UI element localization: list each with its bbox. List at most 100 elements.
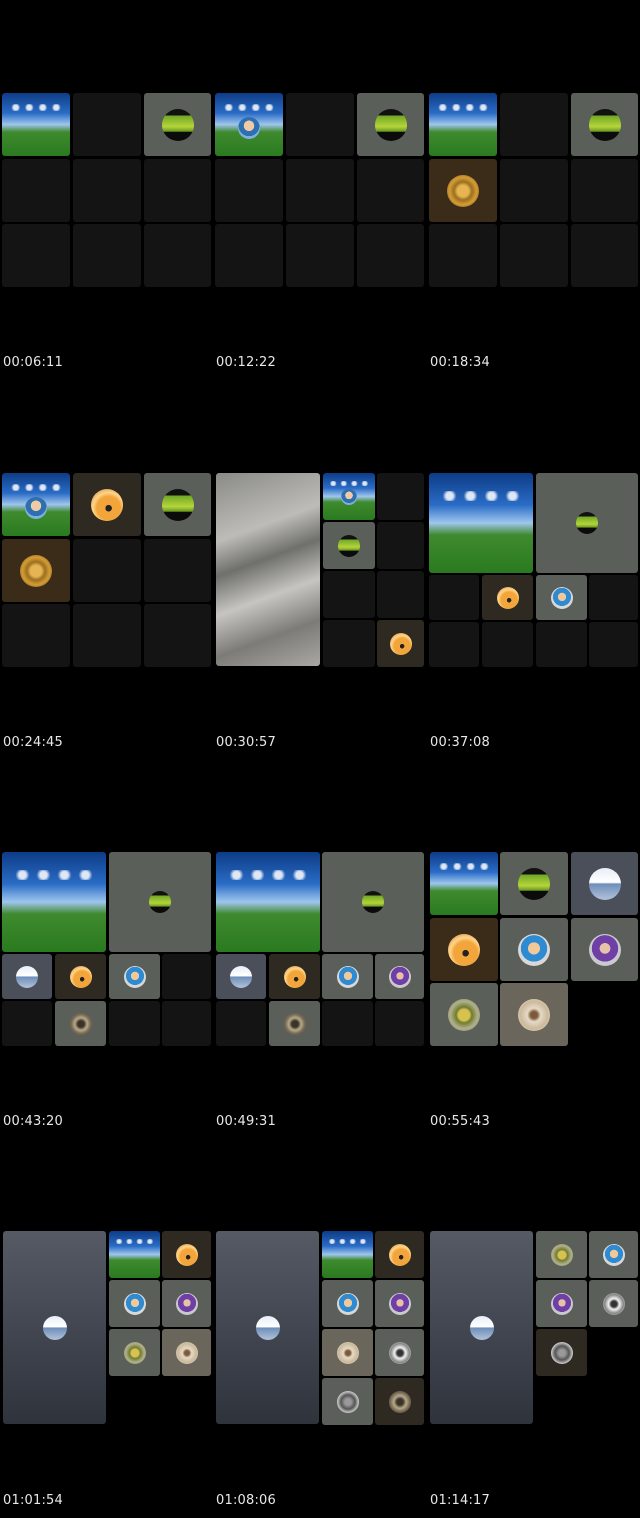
video-tile-avatar[interactable] (2, 954, 52, 999)
video-grid (429, 852, 638, 1046)
video-tile-avatar[interactable] (55, 1001, 106, 1046)
video-grid (215, 852, 424, 1046)
video-tile-avatar[interactable] (269, 1001, 320, 1046)
video-tile-avatar[interactable] (109, 852, 211, 952)
video-tile-avatar[interactable] (377, 620, 424, 667)
empty-tile (73, 604, 141, 667)
avatar (123, 1292, 146, 1315)
video-tile-avatar[interactable] (430, 918, 498, 981)
video-tile-stadium[interactable] (2, 473, 70, 536)
video-tile-avatar[interactable] (536, 575, 587, 620)
empty-tile (429, 622, 479, 667)
timestamp: 00:43:20 (3, 1114, 63, 1129)
avatar (336, 1292, 359, 1315)
video-tile-avatar[interactable] (430, 983, 498, 1046)
video-tile-avatar[interactable] (216, 1231, 319, 1424)
video-tile-avatar[interactable] (322, 852, 424, 952)
empty-tile (109, 1001, 160, 1046)
video-tile-avatar[interactable] (322, 954, 373, 999)
avatar (149, 891, 171, 913)
video-tile-avatar[interactable] (536, 1280, 587, 1327)
video-tile-avatar[interactable] (357, 93, 424, 156)
video-tile-avatar[interactable] (322, 1329, 373, 1376)
video-tile-avatar[interactable] (269, 954, 320, 999)
video-tile-avatar[interactable] (482, 575, 533, 620)
video-tile-stadium[interactable] (322, 1231, 373, 1278)
video-tile-avatar[interactable] (571, 918, 638, 981)
video-tile-avatar[interactable] (323, 522, 375, 569)
video-tile-stadium[interactable] (109, 1231, 160, 1278)
video-tile-stadium[interactable] (215, 93, 283, 156)
frame-10: 01:01:54 (0, 1138, 211, 1518)
video-tile-avatar[interactable] (571, 852, 638, 915)
frame-5: 00:30:57 (213, 380, 424, 760)
video-tile-avatar[interactable] (2, 539, 70, 602)
video-tile-avatar[interactable] (73, 473, 141, 536)
empty-tile (429, 224, 497, 287)
video-tile-avatar[interactable] (162, 1280, 211, 1327)
empty-tile (589, 622, 638, 667)
video-tile-avatar[interactable] (500, 918, 568, 981)
video-tile-stadium[interactable] (429, 473, 533, 573)
frame-3: 00:18:34 (427, 0, 638, 380)
video-tile-avatar[interactable] (144, 93, 211, 156)
video-tile-avatar[interactable] (500, 983, 568, 1046)
avatar (576, 512, 598, 534)
video-tile-avatar[interactable] (375, 1329, 424, 1376)
empty-tile (322, 1001, 373, 1046)
video-tile-avatar[interactable] (162, 1231, 211, 1278)
frame-8: 00:49:31 (213, 759, 424, 1139)
avatar (388, 1341, 411, 1364)
video-tile-avatar[interactable] (589, 1280, 638, 1327)
video-tile-avatar[interactable] (109, 954, 160, 999)
video-tile-avatar[interactable] (536, 1231, 587, 1278)
timestamp: 00:24:45 (3, 735, 63, 750)
video-tile-avatar[interactable] (109, 1329, 160, 1376)
avatar (255, 1315, 280, 1340)
video-tile-stadium[interactable] (2, 93, 70, 156)
video-tile-stadium[interactable] (430, 852, 498, 915)
video-tile-avatar[interactable] (109, 1280, 160, 1327)
avatar (588, 867, 621, 900)
video-tile-avatar[interactable] (571, 93, 638, 156)
video-tile-avatar[interactable] (322, 1378, 373, 1425)
video-tile-avatar[interactable] (375, 1378, 424, 1425)
video-tile-avatar[interactable] (536, 1329, 587, 1376)
video-tile-avatar[interactable] (536, 473, 638, 573)
avatar (175, 1341, 198, 1364)
video-tile-stadium[interactable] (216, 852, 320, 952)
video-tile-avatar[interactable] (375, 954, 424, 999)
avatar (175, 1243, 198, 1266)
video-tile-avatar[interactable] (500, 852, 568, 915)
empty-tile (215, 224, 283, 287)
avatar (238, 116, 260, 139)
empty-tile (357, 159, 424, 222)
video-tile-avatar[interactable] (589, 1231, 638, 1278)
video-tile-avatar[interactable] (375, 1231, 424, 1278)
avatar (588, 108, 621, 141)
video-grid (2, 852, 211, 1046)
frame-7: 00:43:20 (0, 759, 211, 1139)
video-tile-avatar[interactable] (322, 1280, 373, 1327)
video-tile-avatar[interactable] (3, 1231, 106, 1424)
video-tile-avatar[interactable] (162, 1329, 211, 1376)
video-tile-stadium[interactable] (323, 473, 375, 520)
video-grid (2, 93, 211, 287)
avatar (388, 965, 411, 988)
video-tile-avatar[interactable] (55, 954, 106, 999)
empty-tile (357, 224, 424, 287)
video-tile-stadium[interactable] (429, 93, 497, 156)
video-tile-avatar[interactable] (144, 473, 211, 536)
empty-tile (162, 954, 211, 999)
video-tile-avatar[interactable] (375, 1280, 424, 1327)
video-tile-avatar[interactable] (429, 159, 497, 222)
empty-tile (500, 159, 568, 222)
video-tile-avatar[interactable] (430, 1231, 533, 1424)
avatar (283, 965, 306, 988)
empty-tile (144, 224, 211, 287)
frame-4: 00:24:45 (0, 380, 211, 760)
video-tile-stadium[interactable] (2, 852, 106, 952)
video-tile-avatar[interactable] (216, 954, 266, 999)
video-tile-camera[interactable] (216, 473, 320, 666)
frame-1: 00:06:11 (0, 0, 211, 380)
